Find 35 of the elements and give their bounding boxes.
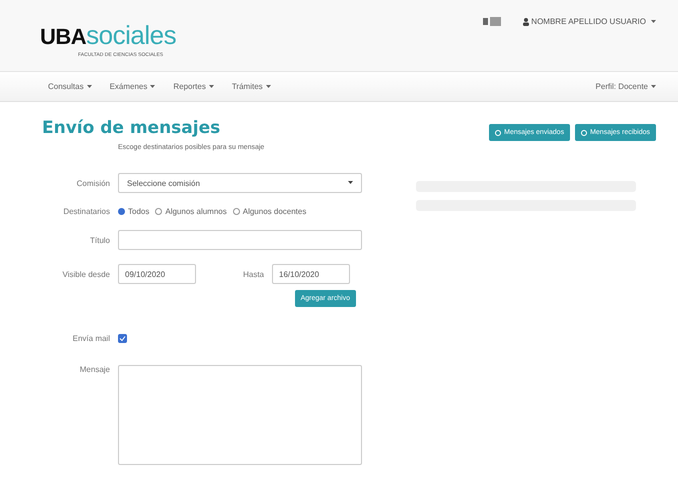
field-label: Hasta (242, 270, 264, 278)
send-mail-checkbox[interactable] (118, 334, 127, 343)
recipient-radio[interactable]: Todos (118, 207, 150, 216)
logo: UBAsociales (40, 20, 176, 51)
caret-icon (86, 85, 92, 89)
nav-menu[interactable]: Reportes (173, 82, 214, 91)
caret-icon (266, 85, 271, 89)
caret-icon (208, 85, 214, 89)
field-label: Visible desde (62, 270, 110, 278)
caret-icon (150, 85, 156, 89)
field-label: Comisión (76, 178, 110, 188)
date-field[interactable]: 16/10/2020 (272, 264, 350, 284)
caret-icon (348, 181, 353, 185)
nav-menu[interactable]: Trámites (232, 82, 271, 91)
id-card-icon[interactable] (483, 17, 502, 26)
circle-icon (581, 130, 588, 136)
circle-icon (495, 130, 502, 136)
message-field[interactable] (118, 365, 362, 465)
page-title: Envío de mensajes (42, 118, 222, 138)
user-menu[interactable]: NOMBRE APELLIDO USUARIO (523, 17, 656, 26)
nav-menu[interactable]: Exámenes (110, 82, 156, 91)
field-label: Envía mail (72, 334, 110, 342)
field-label: Destinatarios (62, 207, 110, 216)
field-label: Título (88, 236, 110, 244)
title-field[interactable] (118, 230, 362, 250)
caret-icon (651, 85, 656, 89)
nav-menu[interactable]: Consultas (48, 82, 92, 91)
caret-icon (651, 20, 656, 24)
field-label: Mensaje (78, 365, 110, 374)
profile-menu[interactable]: Perfil: Docente (596, 82, 656, 91)
recipient-radio[interactable]: Algunos docentes (232, 207, 306, 216)
commission-select[interactable]: Seleccione comisión (118, 173, 362, 193)
user-icon (523, 18, 530, 26)
recipient-radio[interactable]: Algunos alumnos (155, 207, 227, 216)
date-field[interactable]: 09/10/2020 (118, 264, 196, 284)
